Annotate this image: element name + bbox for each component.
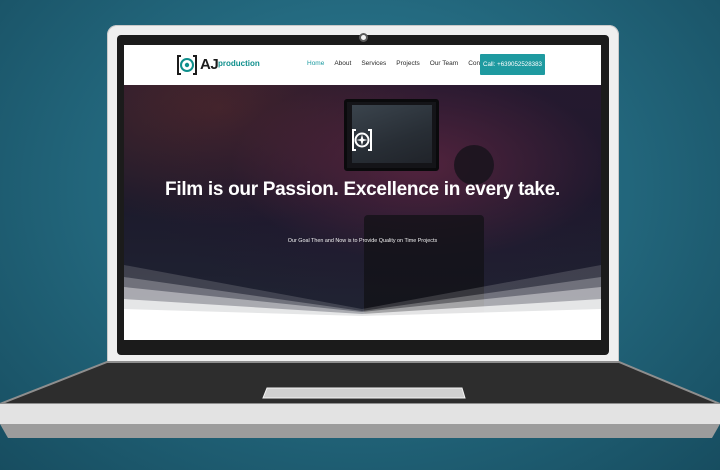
laptop-base: [0, 361, 720, 438]
